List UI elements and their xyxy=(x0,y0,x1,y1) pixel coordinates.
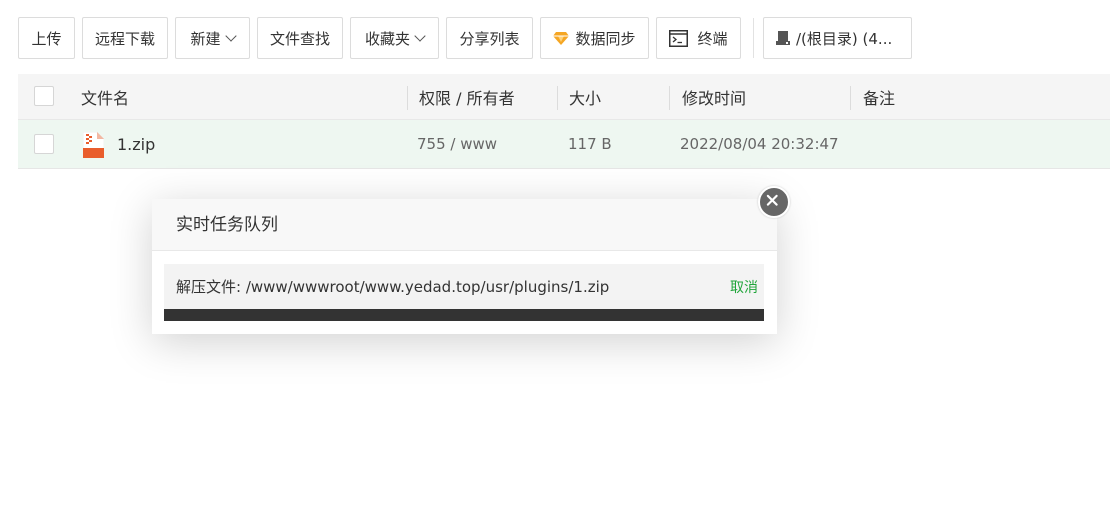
column-header-permission[interactable]: 权限 / 所有者 xyxy=(419,85,515,109)
task-progress-bar xyxy=(164,309,764,321)
file-permission[interactable]: 755 / www xyxy=(417,135,497,153)
disk-icon xyxy=(776,31,790,45)
column-header-name[interactable]: 文件名 xyxy=(81,85,129,109)
favorites-label: 收藏夹 xyxy=(364,29,410,48)
file-modified: 2022/08/04 20:32:47 xyxy=(680,135,839,153)
column-divider xyxy=(557,86,558,110)
cancel-task-link[interactable]: 取消 xyxy=(730,277,758,297)
terminal-icon xyxy=(669,29,689,47)
chevron-down-icon xyxy=(224,29,237,42)
upload-button[interactable]: 上传 xyxy=(18,17,75,59)
file-search-button[interactable]: 文件查找 xyxy=(257,17,343,59)
row-checkbox[interactable] xyxy=(34,134,54,154)
column-divider xyxy=(669,86,670,110)
task-item: 解压文件: /www/wwwroot/www.yedad.top/usr/plu… xyxy=(164,264,764,310)
modal-title: 实时任务队列 xyxy=(152,199,777,251)
modal-close-button[interactable] xyxy=(758,186,790,218)
close-icon xyxy=(766,194,778,206)
column-header-note[interactable]: 备注 xyxy=(863,85,895,109)
table-row[interactable]: 1.zip 755 / www 117 B 2022/08/04 20:32:4… xyxy=(18,120,1110,169)
terminal-label: 终端 xyxy=(697,29,728,48)
file-name[interactable]: 1.zip xyxy=(117,135,155,154)
table-header: 文件名 权限 / 所有者 大小 修改时间 备注 xyxy=(18,74,1110,120)
task-queue-modal: 实时任务队列 解压文件: /www/wwwroot/www.yedad.top/… xyxy=(152,199,777,334)
diamond-icon xyxy=(553,32,570,45)
select-all-checkbox[interactable] xyxy=(34,86,54,106)
data-sync-label: 数据同步 xyxy=(575,29,636,48)
path-label: /(根目录) (4... xyxy=(796,29,893,48)
favorites-dropdown-button[interactable]: 收藏夹 xyxy=(350,17,439,59)
column-divider xyxy=(407,86,408,110)
chevron-down-icon xyxy=(414,29,426,42)
column-divider xyxy=(850,86,851,110)
task-progress-fill xyxy=(164,309,764,321)
column-header-modified[interactable]: 修改时间 xyxy=(682,85,746,109)
task-text: 解压文件: /www/wwwroot/www.yedad.top/usr/plu… xyxy=(176,278,610,296)
toolbar-divider xyxy=(753,18,754,58)
file-table: 文件名 权限 / 所有者 大小 修改时间 备注 1.zip 755 / www … xyxy=(18,74,1110,169)
column-header-size[interactable]: 大小 xyxy=(569,85,601,109)
new-label: 新建 xyxy=(190,29,221,48)
remote-download-button[interactable]: 远程下载 xyxy=(82,17,168,59)
zip-file-icon xyxy=(83,132,104,158)
toolbar: 上传 远程下载 新建 文件查找 收藏夹 分享列表 数据同步 终端 /(根目录) … xyxy=(18,17,919,59)
terminal-button[interactable]: 终端 xyxy=(656,17,741,59)
share-list-button[interactable]: 分享列表 xyxy=(446,17,533,59)
path-dropdown-button[interactable]: /(根目录) (4... xyxy=(763,17,912,59)
data-sync-button[interactable]: 数据同步 xyxy=(540,17,649,59)
new-dropdown-button[interactable]: 新建 xyxy=(175,17,250,59)
file-size: 117 B xyxy=(568,135,612,153)
